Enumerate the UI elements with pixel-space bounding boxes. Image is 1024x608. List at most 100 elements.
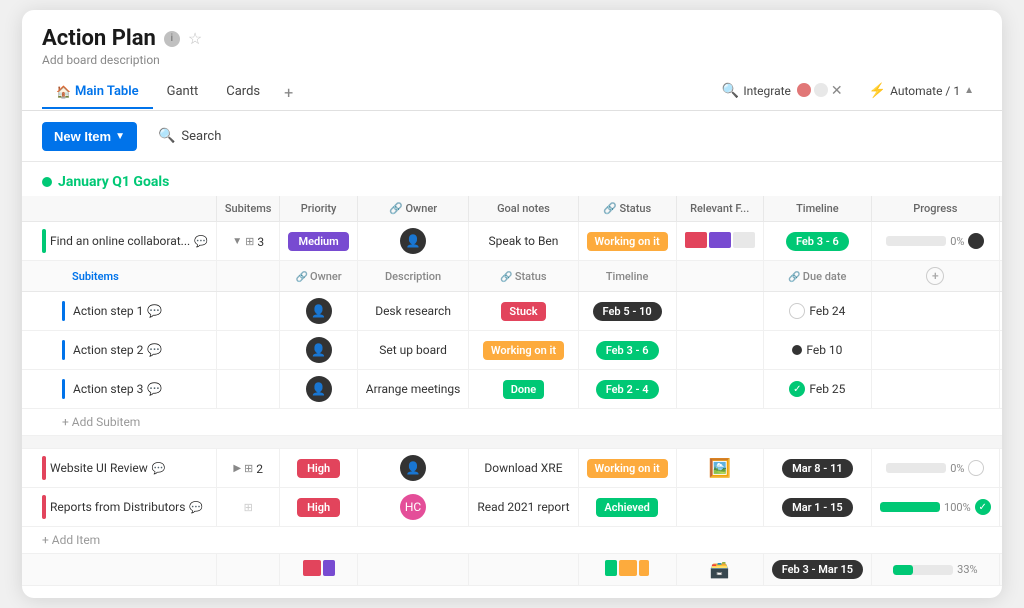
si-status: Stuck [469,292,578,331]
info-icon[interactable]: i [164,31,180,47]
subitems-icon: ⊞ [245,235,254,248]
col-timeline: Timeline [763,196,871,222]
status-swatch3 [639,560,649,576]
automate-icon: ⚡ [869,83,886,99]
progress-bar-bg [886,236,946,246]
star-icon[interactable]: ☆ [188,29,202,48]
subitems-indicator[interactable]: ▶ ⊞ 2 [233,462,263,476]
status-badge[interactable]: Working on it [587,459,668,478]
item-name-text: Website UI Review [50,461,148,475]
subitem-status-badge[interactable]: Stuck [501,302,545,321]
summary-progress-percent: 33% [957,563,977,576]
swatch2 [323,560,335,576]
page-title: Action Plan [42,26,156,51]
item-bar [42,456,46,480]
goal-notes-text: Speak to Ben [489,234,559,248]
swatch-purple [709,232,731,248]
subitem-bar [62,340,65,360]
item-timeline: Feb 3 - 6 [763,222,871,261]
subitem-status-badge[interactable]: Done [503,380,544,399]
item-relevant: 🖼️ [676,449,763,488]
item-progress: 100% ✓ [872,488,1000,527]
summary-blank2 [216,554,280,586]
subitem-comment-icon[interactable]: 💬 [147,382,162,396]
sh-duedate: 🔗Due date [763,261,871,292]
add-item-button[interactable]: + Add Item [42,533,100,547]
title-row: Action Plan i ☆ [42,26,982,51]
progress-container: 0% [880,460,991,476]
col-owner: 🔗 Owner [357,196,469,222]
priority-badge[interactable]: Medium [288,232,348,251]
item-owner: 👤 [357,449,469,488]
summary-timeline: Feb 3 - Mar 15 [763,554,871,586]
board-description[interactable]: Add board description [42,53,982,67]
subitem-status-badge[interactable]: Working on it [483,341,564,360]
item-name: Find an online collaborat... 💬 [42,229,208,253]
si-desc: Desk research [357,292,469,331]
new-item-button[interactable]: New Item ▼ [42,122,137,151]
item-duedate: Feb 9 [999,222,1002,261]
si-owner: 👤 [280,331,357,370]
subitem-comment-icon[interactable]: 💬 [147,343,162,357]
subitems-header-row: Subitems 🔗Owner Description 🔗Status Time… [22,261,1002,292]
comment-icon[interactable]: 💬 [152,462,166,475]
subitem-bar [62,301,65,321]
swatch-gray [733,232,755,248]
priority-badge[interactable]: High [297,498,340,517]
subitem-avatar: 👤 [306,298,332,324]
si-blank4 [999,331,1002,370]
tab-cards[interactable]: Cards [212,76,274,109]
item-goal-notes: Read 2021 report [469,488,578,527]
item-goal-notes: Speak to Ben [469,222,578,261]
progress-circle [968,460,984,476]
tab-main-table[interactable]: 🏠 Main Table [42,76,153,109]
search-box[interactable]: 🔍 Search [147,121,232,151]
item-name-cell: Find an online collaborat... 💬 [22,222,216,261]
priority-badge[interactable]: High [297,459,340,478]
col-duedate: 🔗 Due date [999,196,1002,222]
divider-cell [22,436,1002,449]
tab-gantt[interactable]: Gantt [153,76,213,109]
subitem-name: Action step 3 💬 [62,379,208,399]
subitems-count: 3 [257,235,264,249]
add-subitem-button[interactable]: + Add Subitem [62,415,140,429]
add-subitem-cell: + Add Subitem [22,409,1002,436]
si-timeline: Feb 3 - 6 [578,331,676,370]
tabs-left: 🏠 Main Table Gantt Cards + [42,75,303,110]
main-table: Subitems Priority 🔗 Owner Goal notes 🔗 S… [22,196,1002,586]
table-row: Action step 3 💬 👤 Arrange meetings Done … [22,370,1002,409]
home-icon: 🏠 [56,85,71,99]
search-small-icon: 🔍 [722,83,739,99]
subitems-icon: ⊞ [244,501,253,514]
subitem-due: Feb 24 [772,303,863,319]
avatar-hc: HC [400,494,426,520]
si-timeline: Feb 2 - 4 [578,370,676,409]
subitem-timeline-badge: Feb 2 - 4 [596,380,659,399]
subitems-indicator[interactable]: ▼ ⊞ 3 [232,235,264,249]
subitem-timeline-badge: Feb 5 - 10 [593,302,662,321]
automate-button[interactable]: ⚡ Automate / 1 ▲ [861,79,982,103]
comment-icon[interactable]: 💬 [194,235,208,248]
item-relevant [676,222,763,261]
tab-add[interactable]: + [274,75,303,110]
subitems-count: 2 [256,462,263,476]
section-jan-q1-header: January Q1 Goals [22,162,1002,196]
add-column-button[interactable]: + [926,267,944,285]
item-actions: 💬 [152,462,166,475]
color-swatches [685,232,755,248]
si-blank2 [676,292,763,331]
subitem-comment-icon[interactable]: 💬 [147,304,162,318]
item-priority: High [280,488,357,527]
status-badge[interactable]: Achieved [596,498,657,517]
summary-status-swatches [605,560,649,576]
avatar: 👤 [400,228,426,254]
status-badge[interactable]: Working on it [587,232,668,251]
summary-owner [357,554,469,586]
owner-link-icon: 🔗 [389,202,403,215]
comment-icon[interactable]: 💬 [189,501,203,514]
subitem-name-text: Action step 3 [73,382,143,396]
integrate-button[interactable]: 🔍 Integrate ✕ [714,79,851,103]
subitem-name: Action step 2 💬 [62,340,208,360]
sh-blank2 [676,261,763,292]
col-priority: Priority [280,196,357,222]
